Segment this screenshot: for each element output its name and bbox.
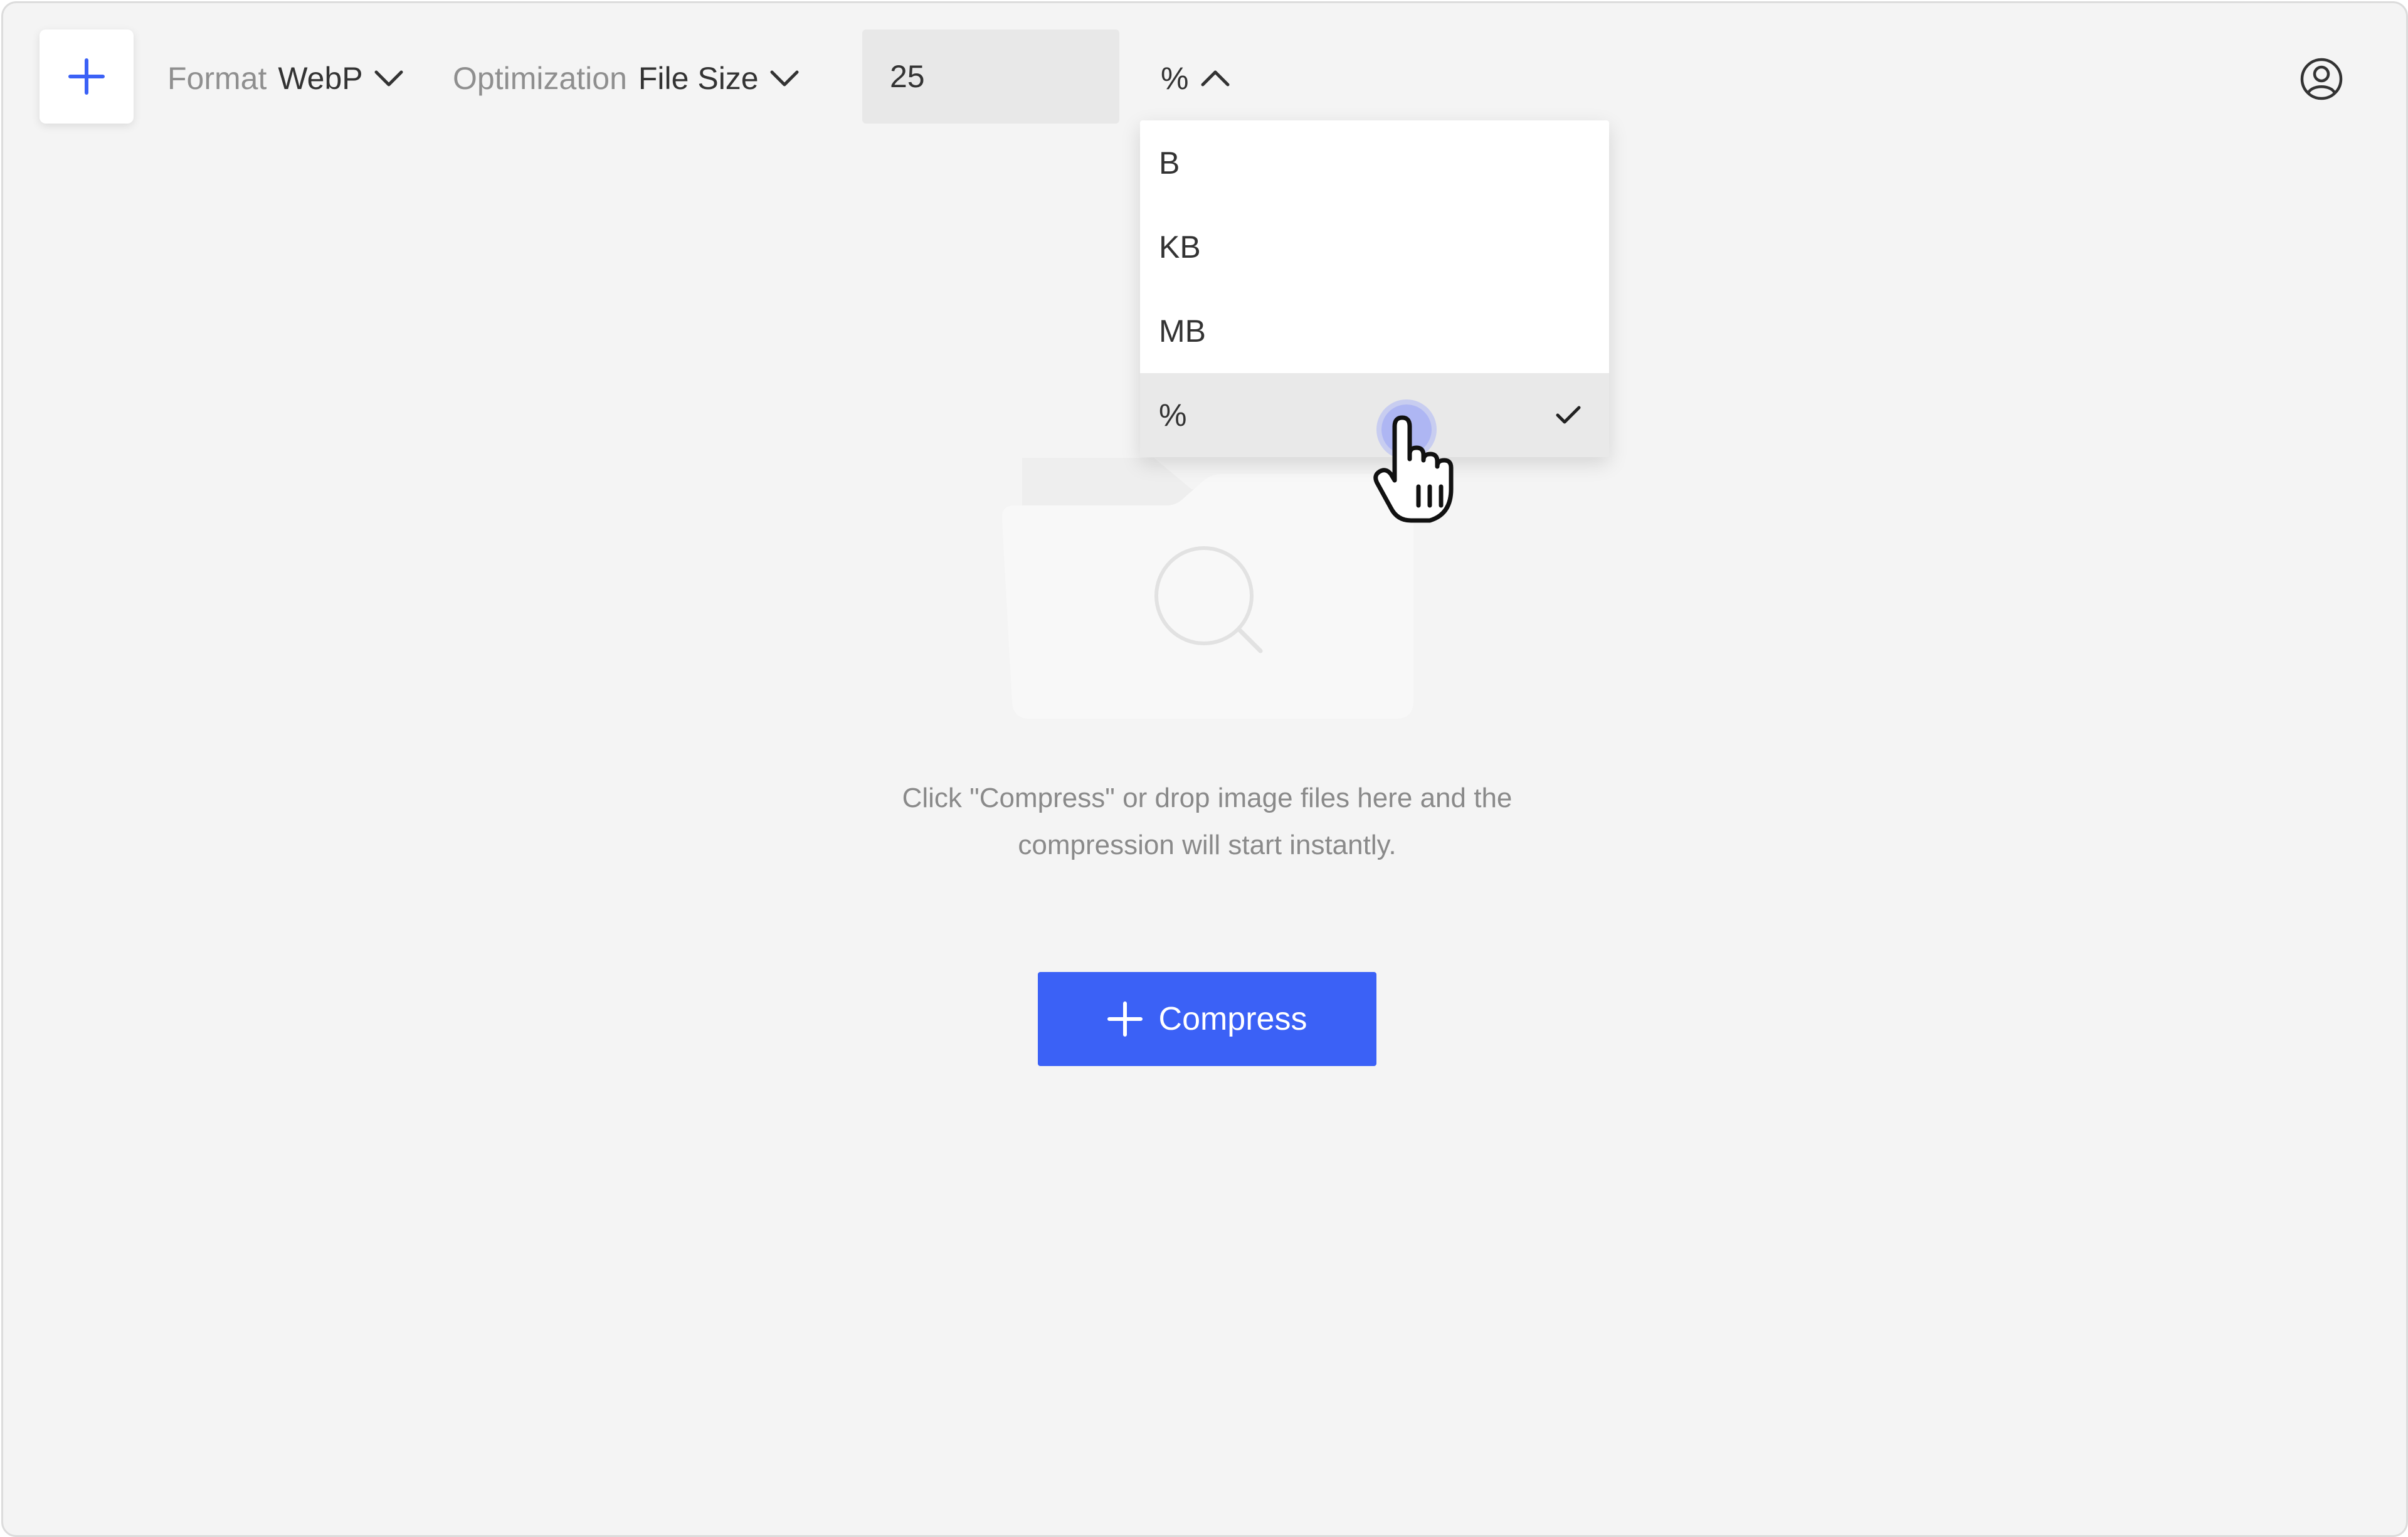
chevron-down-icon	[770, 70, 799, 87]
unit-option-label: KB	[1159, 230, 1201, 265]
unit-value: %	[1161, 61, 1189, 96]
app-window: Format WebP Optimization File Size %	[1, 1, 2408, 1537]
unit-option-label: MB	[1159, 314, 1206, 349]
add-files-button[interactable]	[40, 29, 134, 124]
format-value: WebP	[278, 61, 363, 96]
folder-search-illustration	[1001, 458, 1413, 719]
hint-line-2: compression will start instantly.	[1018, 830, 1397, 860]
optimization-value: File Size	[638, 61, 759, 96]
plus-icon	[68, 58, 105, 95]
target-size-input[interactable]	[862, 29, 1119, 124]
optimization-label: Optimization	[453, 61, 627, 96]
unit-option-kb[interactable]: KB	[1140, 205, 1609, 289]
chevron-up-icon	[1201, 70, 1230, 87]
unit-option-mb[interactable]: MB	[1140, 289, 1609, 373]
checkmark-icon	[1556, 406, 1581, 424]
plus-icon	[1107, 1001, 1143, 1037]
user-circle-icon	[2300, 58, 2343, 100]
compress-button[interactable]: Compress	[1038, 972, 1376, 1066]
compress-button-label: Compress	[1158, 1001, 1307, 1037]
unit-dropdown[interactable]: %	[1161, 47, 1230, 110]
hand-pointer-icon	[1373, 415, 1454, 523]
unit-option-label: B	[1159, 145, 1180, 181]
unit-option-b[interactable]: B	[1140, 121, 1609, 205]
format-label: Format	[167, 61, 267, 96]
empty-state-hint: Click "Compress" or drop image files her…	[831, 774, 1583, 869]
format-dropdown[interactable]: Format WebP	[167, 47, 403, 110]
chevron-down-icon	[374, 70, 403, 87]
account-button[interactable]	[2300, 57, 2343, 101]
unit-menu: B KB MB %	[1140, 120, 1609, 457]
hint-line-1: Click "Compress" or drop image files her…	[902, 783, 1513, 813]
optimization-dropdown[interactable]: Optimization File Size	[453, 47, 799, 110]
unit-option-label: %	[1159, 398, 1187, 433]
